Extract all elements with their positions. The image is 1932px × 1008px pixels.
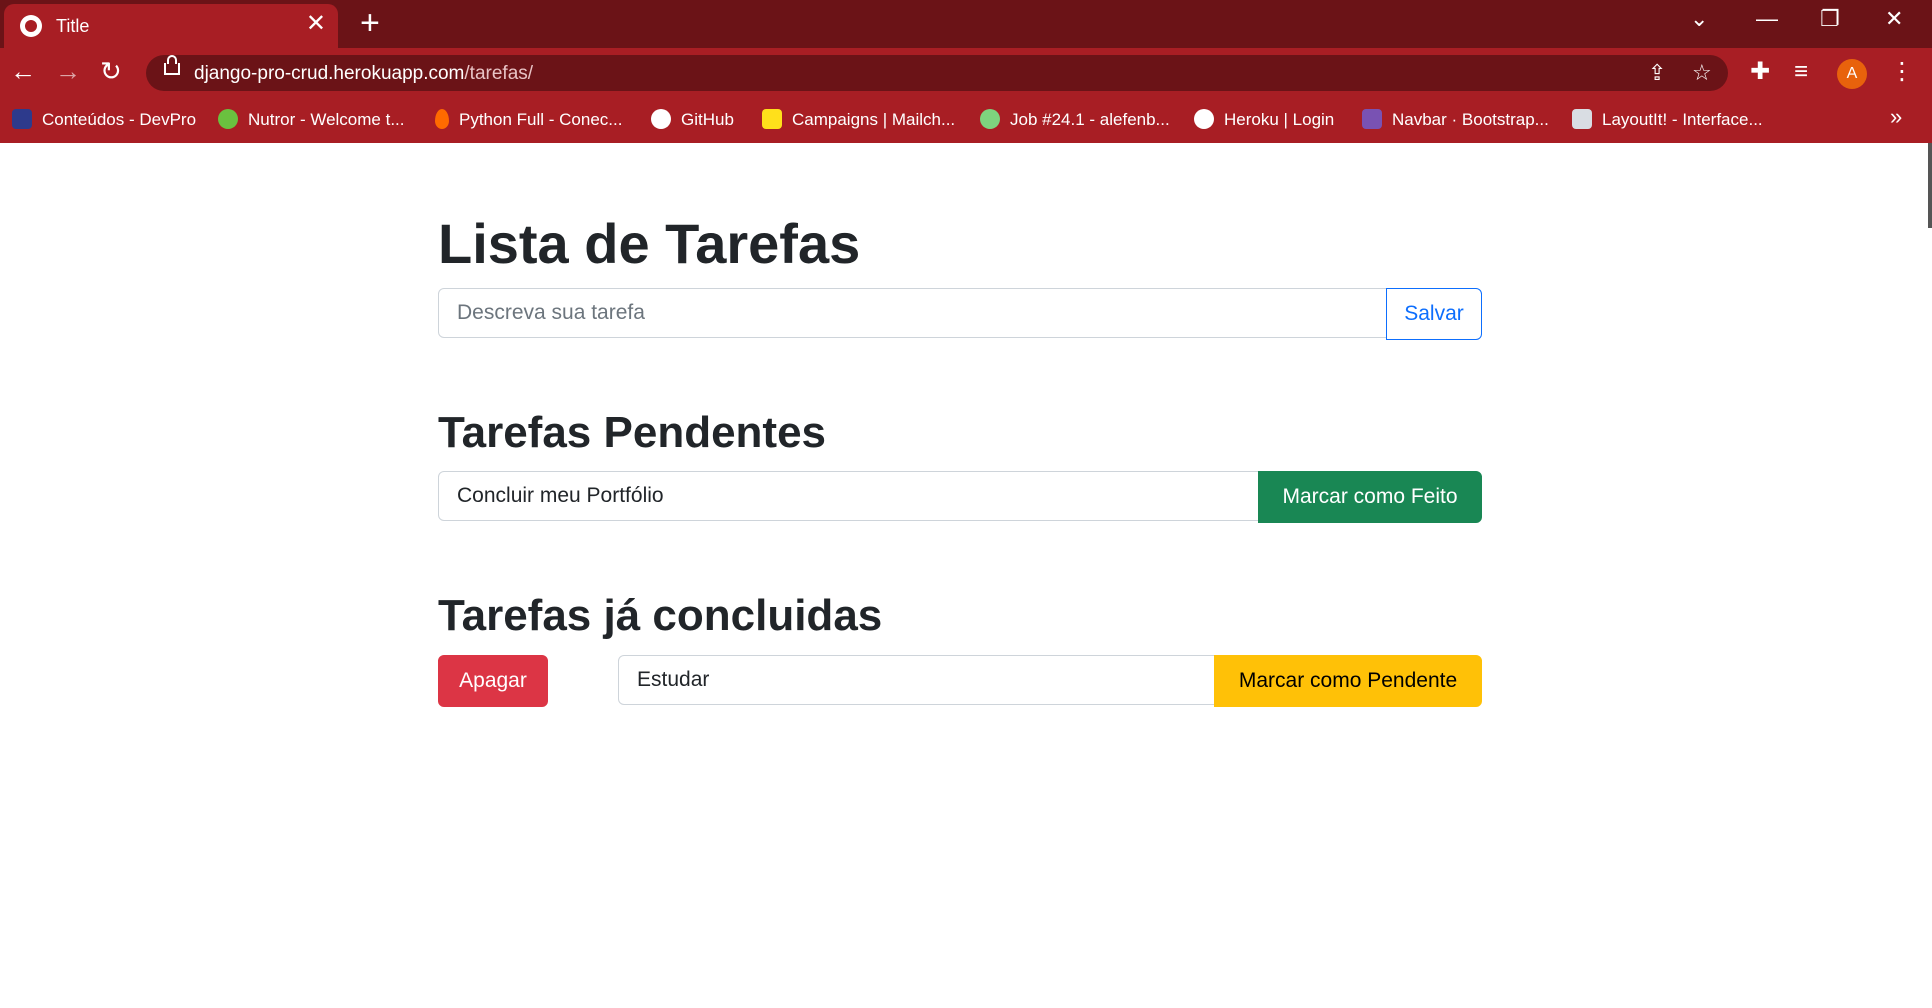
profile-avatar[interactable]: A: [1837, 59, 1867, 89]
mark-pending-button[interactable]: Marcar como Pendente: [1214, 655, 1482, 707]
cube-icon: [1572, 109, 1592, 129]
scrollbar[interactable]: [1928, 143, 1932, 228]
done-heading: Tarefas já concluidas: [438, 591, 883, 640]
close-tab-icon[interactable]: ✕: [306, 12, 326, 36]
bookmark-job[interactable]: Job #24.1 - alefenb...: [980, 109, 1170, 130]
bookmark-layoutit[interactable]: LayoutIt! - Interface...: [1572, 109, 1763, 130]
restore-button[interactable]: ❐: [1820, 8, 1840, 30]
bookmark-devpro[interactable]: Conteúdos - DevPro: [12, 109, 196, 130]
flame-icon: [435, 109, 449, 129]
url-path: /tarefas/: [464, 63, 534, 84]
page-title: Lista de Tarefas: [438, 212, 861, 275]
bookmark-label: Campaigns | Mailch...: [792, 110, 956, 129]
minimize-button[interactable]: —: [1756, 8, 1778, 30]
url-text: django-pro-crud.herokuapp.com/tarefas/: [194, 63, 533, 85]
save-button[interactable]: Salvar: [1386, 288, 1482, 340]
mark-done-button[interactable]: Marcar como Feito: [1258, 471, 1482, 523]
devpro-icon: [12, 109, 32, 129]
tab-title: Title: [56, 16, 90, 36]
lock-icon: [164, 55, 180, 75]
bookmark-heroku[interactable]: Heroku | Login: [1194, 109, 1334, 130]
bootstrap-icon: [1362, 109, 1382, 129]
close-window-button[interactable]: ✕: [1885, 8, 1903, 30]
reading-list-icon[interactable]: ≡: [1794, 59, 1808, 85]
bookmark-label: Conteúdos - DevPro: [42, 110, 197, 129]
done-task-text[interactable]: Estudar: [618, 655, 1216, 705]
tab-search-icon[interactable]: ⌄: [1690, 8, 1708, 30]
github-icon: [651, 109, 671, 129]
bookmark-label: Nutror - Welcome t...: [248, 110, 405, 129]
extensions-puzzle-icon[interactable]: ✚: [1750, 59, 1770, 85]
star-icon[interactable]: ☆: [1692, 60, 1712, 86]
menu-kebab-icon[interactable]: ⋮: [1890, 59, 1914, 85]
reload-icon[interactable]: ↻: [100, 58, 122, 84]
pending-heading: Tarefas Pendentes: [438, 408, 827, 457]
mailchimp-icon: [762, 109, 782, 129]
bookmark-label: GitHub: [681, 110, 734, 129]
bookmarks-bar: Conteúdos - DevPro Nutror - Welcome t...…: [0, 98, 1932, 143]
new-tab-button[interactable]: +: [360, 6, 380, 40]
browser-chrome: Title ✕ + ⌄ — ❐ ✕ ← → ↻ django-pro-crud.…: [0, 0, 1932, 143]
address-bar[interactable]: django-pro-crud.herokuapp.com/tarefas/ ⇪…: [146, 55, 1728, 91]
bookmark-label: LayoutIt! - Interface...: [1602, 110, 1763, 129]
gear-icon: [980, 109, 1000, 129]
forward-arrow-icon[interactable]: →: [55, 58, 81, 84]
bookmark-nutror[interactable]: Nutror - Welcome t...: [218, 109, 405, 130]
share-icon[interactable]: ⇪: [1648, 60, 1666, 86]
delete-button[interactable]: Apagar: [438, 655, 548, 707]
globe-icon: [20, 15, 42, 37]
back-arrow-icon[interactable]: ←: [10, 58, 36, 84]
tab-strip: Title ✕ + ⌄ — ❐ ✕: [0, 0, 1932, 48]
bookmark-bootstrap[interactable]: Navbar · Bootstrap...: [1362, 109, 1549, 130]
tab-active[interactable]: Title ✕: [4, 4, 338, 48]
bookmark-mailchimp[interactable]: Campaigns | Mailch...: [762, 109, 955, 130]
bookmark-python-full[interactable]: Python Full - Conec...: [435, 109, 622, 130]
bookmark-label: Job #24.1 - alefenb...: [1010, 110, 1170, 129]
globe-icon: [1194, 109, 1214, 129]
bookmark-github[interactable]: GitHub: [651, 109, 734, 130]
task-description-input[interactable]: [438, 288, 1388, 338]
pending-task-text[interactable]: Concluir meu Portfólio: [438, 471, 1260, 521]
bookmark-label: Heroku | Login: [1224, 110, 1335, 129]
browser-toolbar: ← → ↻ django-pro-crud.herokuapp.com/tare…: [0, 48, 1932, 98]
nutror-icon: [218, 109, 238, 129]
bookmark-label: Navbar · Bootstrap...: [1392, 110, 1549, 129]
bookmark-label: Python Full - Conec...: [459, 110, 623, 129]
bookmarks-overflow-icon[interactable]: »: [1890, 104, 1902, 130]
url-host: django-pro-crud.herokuapp.com: [194, 63, 465, 84]
